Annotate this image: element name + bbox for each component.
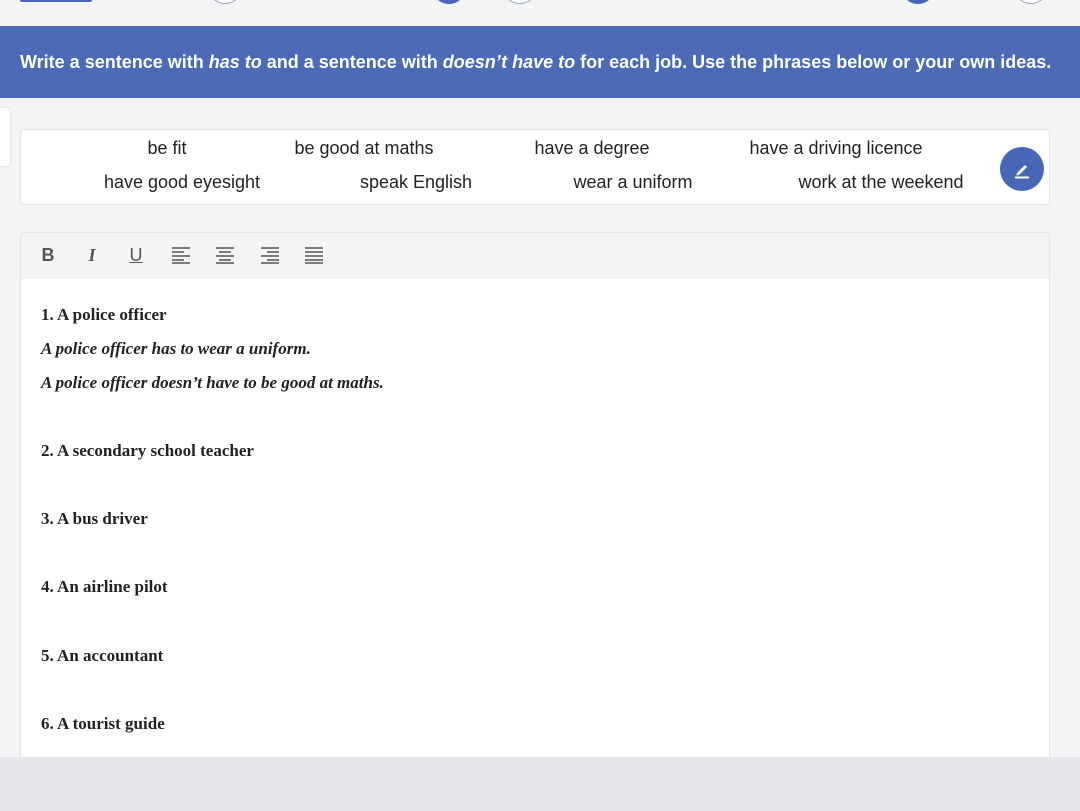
phrase-chip: be fit	[147, 138, 187, 158]
rich-text-editor[interactable]: B I U 1. A police officer A police offic…	[20, 232, 1050, 772]
phrase-chip: be good at maths	[294, 138, 434, 158]
step-button[interactable]	[503, 0, 537, 4]
phrase-chip: have a degree	[534, 138, 650, 158]
align-justify-icon	[305, 247, 323, 264]
align-right-button[interactable]	[259, 243, 281, 267]
answer-sentence: A police officer doesn’t have to be good…	[41, 373, 384, 392]
edit-button[interactable]	[1000, 147, 1044, 191]
job-heading: 4. An airline pilot	[41, 577, 168, 596]
step-button[interactable]	[208, 0, 242, 4]
underline-button[interactable]: U	[127, 243, 145, 267]
phrase-chip: speak English	[359, 172, 473, 192]
answer-sentence: A police officer has to wear a uniform.	[41, 339, 311, 358]
align-left-button[interactable]	[170, 243, 192, 267]
align-right-icon	[261, 247, 279, 264]
job-heading: 1. A police officer	[41, 305, 167, 324]
pencil-icon	[1015, 165, 1029, 179]
align-left-icon	[172, 247, 190, 264]
step-button[interactable]	[1014, 0, 1048, 4]
instruction-banner: Write a sentence with has to and a sente…	[0, 26, 1080, 98]
italic-button[interactable]: I	[83, 243, 101, 267]
job-heading: 5. An accountant	[41, 646, 164, 665]
progress-bar	[20, 0, 92, 2]
job-heading: 6. A tourist guide	[41, 714, 165, 733]
phrase-chip: wear a uniform	[573, 172, 693, 192]
align-justify-button[interactable]	[303, 243, 325, 267]
step-button-active[interactable]	[432, 0, 466, 4]
editor-toolbar: B I U	[21, 233, 1049, 279]
align-center-icon	[216, 247, 234, 264]
top-progress-strip	[0, 0, 1080, 26]
bold-button[interactable]: B	[39, 243, 57, 267]
instruction-text: Write a sentence with has to and a sente…	[20, 51, 1052, 72]
phrase-chip: have good eyesight	[103, 172, 261, 192]
side-panel-tab[interactable]	[0, 108, 10, 166]
job-heading: 3. A bus driver	[41, 509, 148, 528]
bottom-bar	[0, 757, 1080, 811]
phrase-chip: have a driving licence	[749, 138, 923, 158]
step-button-active[interactable]	[901, 0, 935, 4]
phrase-chip: work at the weekend	[798, 172, 964, 192]
align-center-button[interactable]	[214, 243, 236, 267]
job-heading: 2. A secondary school teacher	[41, 441, 254, 460]
